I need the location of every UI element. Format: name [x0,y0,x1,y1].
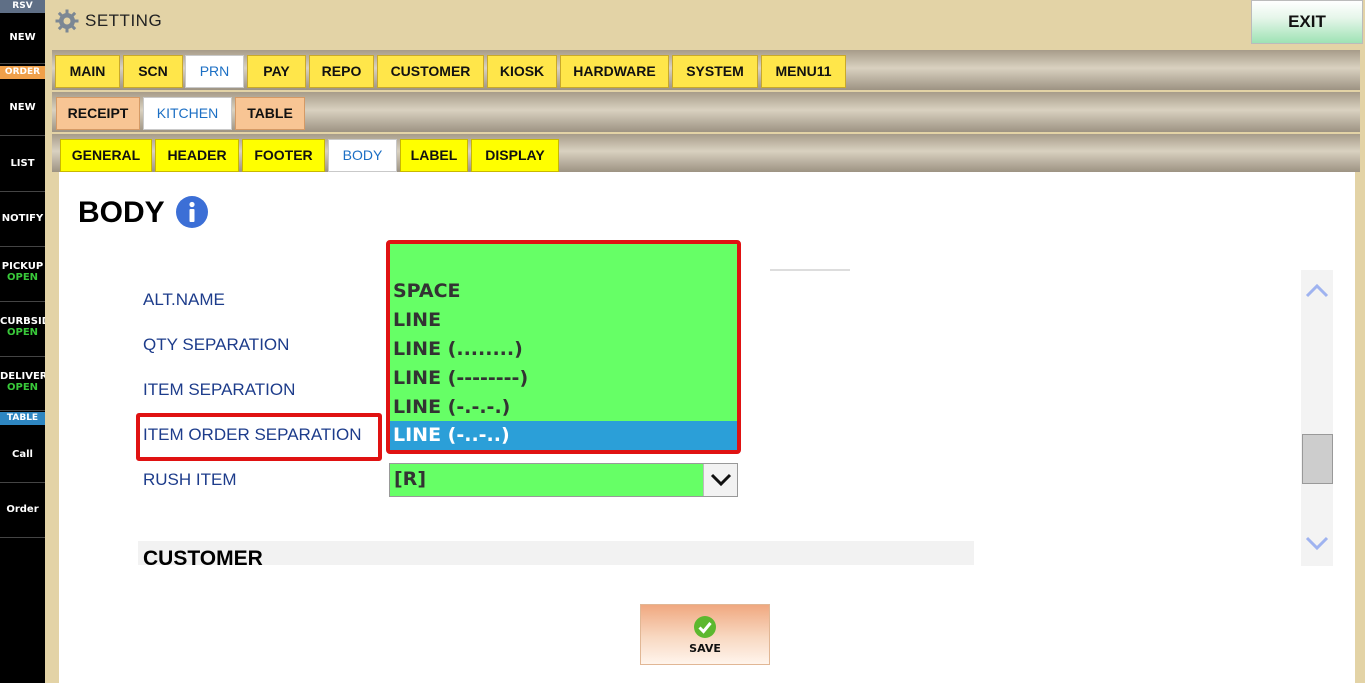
rush-item-value: [R] [394,468,426,490]
tab-repo[interactable]: REPO [309,55,374,88]
tab-menu11[interactable]: MENU11 [761,55,846,88]
dropdown-option[interactable]: SPACE [390,277,737,306]
tab-header[interactable]: HEADER [155,139,239,172]
customer-section-header: CUSTOMER [138,541,974,565]
tab-body[interactable]: BODY [328,139,397,172]
tab-pay[interactable]: PAY [247,55,306,88]
table-header: TABLE [0,412,45,425]
sidebar-item-order[interactable]: Order [0,483,45,538]
dropdown-option[interactable]: LINE (--------) [390,364,737,393]
tab-hardware[interactable]: HARDWARE [560,55,669,88]
exit-button[interactable]: EXIT [1251,0,1363,44]
item-order-separation-dropdown[interactable]: SPACE LINE LINE (........) LINE (-------… [386,240,741,454]
left-sidebar: RSV NEW ORDER NEW LIST NOTIFY PICKUP OPE… [0,0,45,683]
sidebar-item-label: NEW [9,102,36,113]
status-badge: OPEN [6,382,39,393]
tab-system[interactable]: SYSTEM [672,55,758,88]
top-bar: SETTING EXIT [45,0,1365,44]
sidebar-item-label: CURBSID [0,316,45,327]
tab-label[interactable]: LABEL [400,139,468,172]
divider [770,269,850,271]
label-highlight-box [136,413,382,461]
tab-kitchen[interactable]: KITCHEN [143,97,232,130]
item-separation-label: ITEM SEPARATION [143,380,296,399]
sidebar-item-curbside[interactable]: CURBSID OPEN [0,302,45,357]
qty-separation-label: QTY SEPARATION [143,335,290,354]
sidebar-item-rsv-new[interactable]: NEW [0,13,45,64]
customer-section-title: CUSTOMER [143,547,263,565]
dropdown-option[interactable]: LINE [390,306,737,335]
sidebar-item-notify[interactable]: NOTIFY [0,192,45,247]
chevron-down-icon[interactable] [703,464,737,496]
sidebar-item-label: LIST [10,158,35,169]
sidebar-item-label: DELIVER [0,371,45,382]
info-icon[interactable] [176,196,208,228]
scrollbar-thumb[interactable] [1302,434,1333,484]
page-title: SETTING [85,11,163,30]
tab-customer[interactable]: CUSTOMER [377,55,484,88]
sidebar-item-label: NEW [9,32,36,43]
dropdown-option[interactable]: LINE (........) [390,335,737,364]
checkmark-icon [694,616,716,638]
sidebar-item-call[interactable]: Call [0,426,45,483]
status-badge: OPEN [6,272,39,283]
content-panel: BODY ALT.NAME QTY SEPARATION ITEM SEPARA… [59,172,1355,683]
dropdown-option-selected[interactable]: LINE (-..-..) [390,421,737,450]
title-area: SETTING [55,9,162,33]
tab-prn[interactable]: PRN [185,55,244,88]
tab-table[interactable]: TABLE [235,97,305,130]
tab-scn[interactable]: SCN [123,55,183,88]
dropdown-option[interactable]: LINE (-.-.-.) [390,393,737,422]
sidebar-item-label: NOTIFY [1,213,44,224]
tab-kiosk[interactable]: KIOSK [487,55,557,88]
tab-main[interactable]: MAIN [55,55,120,88]
chevron-down-icon[interactable] [1301,526,1333,558]
save-label: SAVE [689,642,721,655]
sidebar-item-order-new[interactable]: NEW [0,80,45,136]
sidebar-item-pickup[interactable]: PICKUP OPEN [0,247,45,302]
rsv-header: RSV [0,0,45,13]
chevron-up-icon[interactable] [1301,276,1333,308]
prn-tab-bar: RECEIPT KITCHEN TABLE [52,92,1360,132]
sidebar-item-label: Order [6,504,39,515]
scrollbar[interactable] [1301,270,1333,566]
main-tab-bar: MAIN SCN PRN PAY REPO CUSTOMER KIOSK HAR… [52,50,1360,90]
section-title: BODY [78,196,165,229]
tab-receipt[interactable]: RECEIPT [56,97,140,130]
status-badge: OPEN [6,327,39,338]
sidebar-item-label: Call [12,449,33,460]
alt-name-label: ALT.NAME [143,290,225,309]
sidebar-item-delivery[interactable]: DELIVER OPEN [0,357,45,411]
tab-footer[interactable]: FOOTER [242,139,325,172]
rush-item-label: RUSH ITEM [143,470,237,489]
tab-general[interactable]: GENERAL [60,139,152,172]
tab-display[interactable]: DISPLAY [471,139,559,172]
gear-icon [55,9,79,33]
sidebar-item-list[interactable]: LIST [0,136,45,192]
kitchen-tab-bar: GENERAL HEADER FOOTER BODY LABEL DISPLAY [52,134,1360,172]
rush-item-select[interactable]: [R] [389,463,738,497]
order-header: ORDER [0,66,45,79]
sidebar-item-label: PICKUP [1,261,44,272]
save-button[interactable]: SAVE [640,604,770,665]
